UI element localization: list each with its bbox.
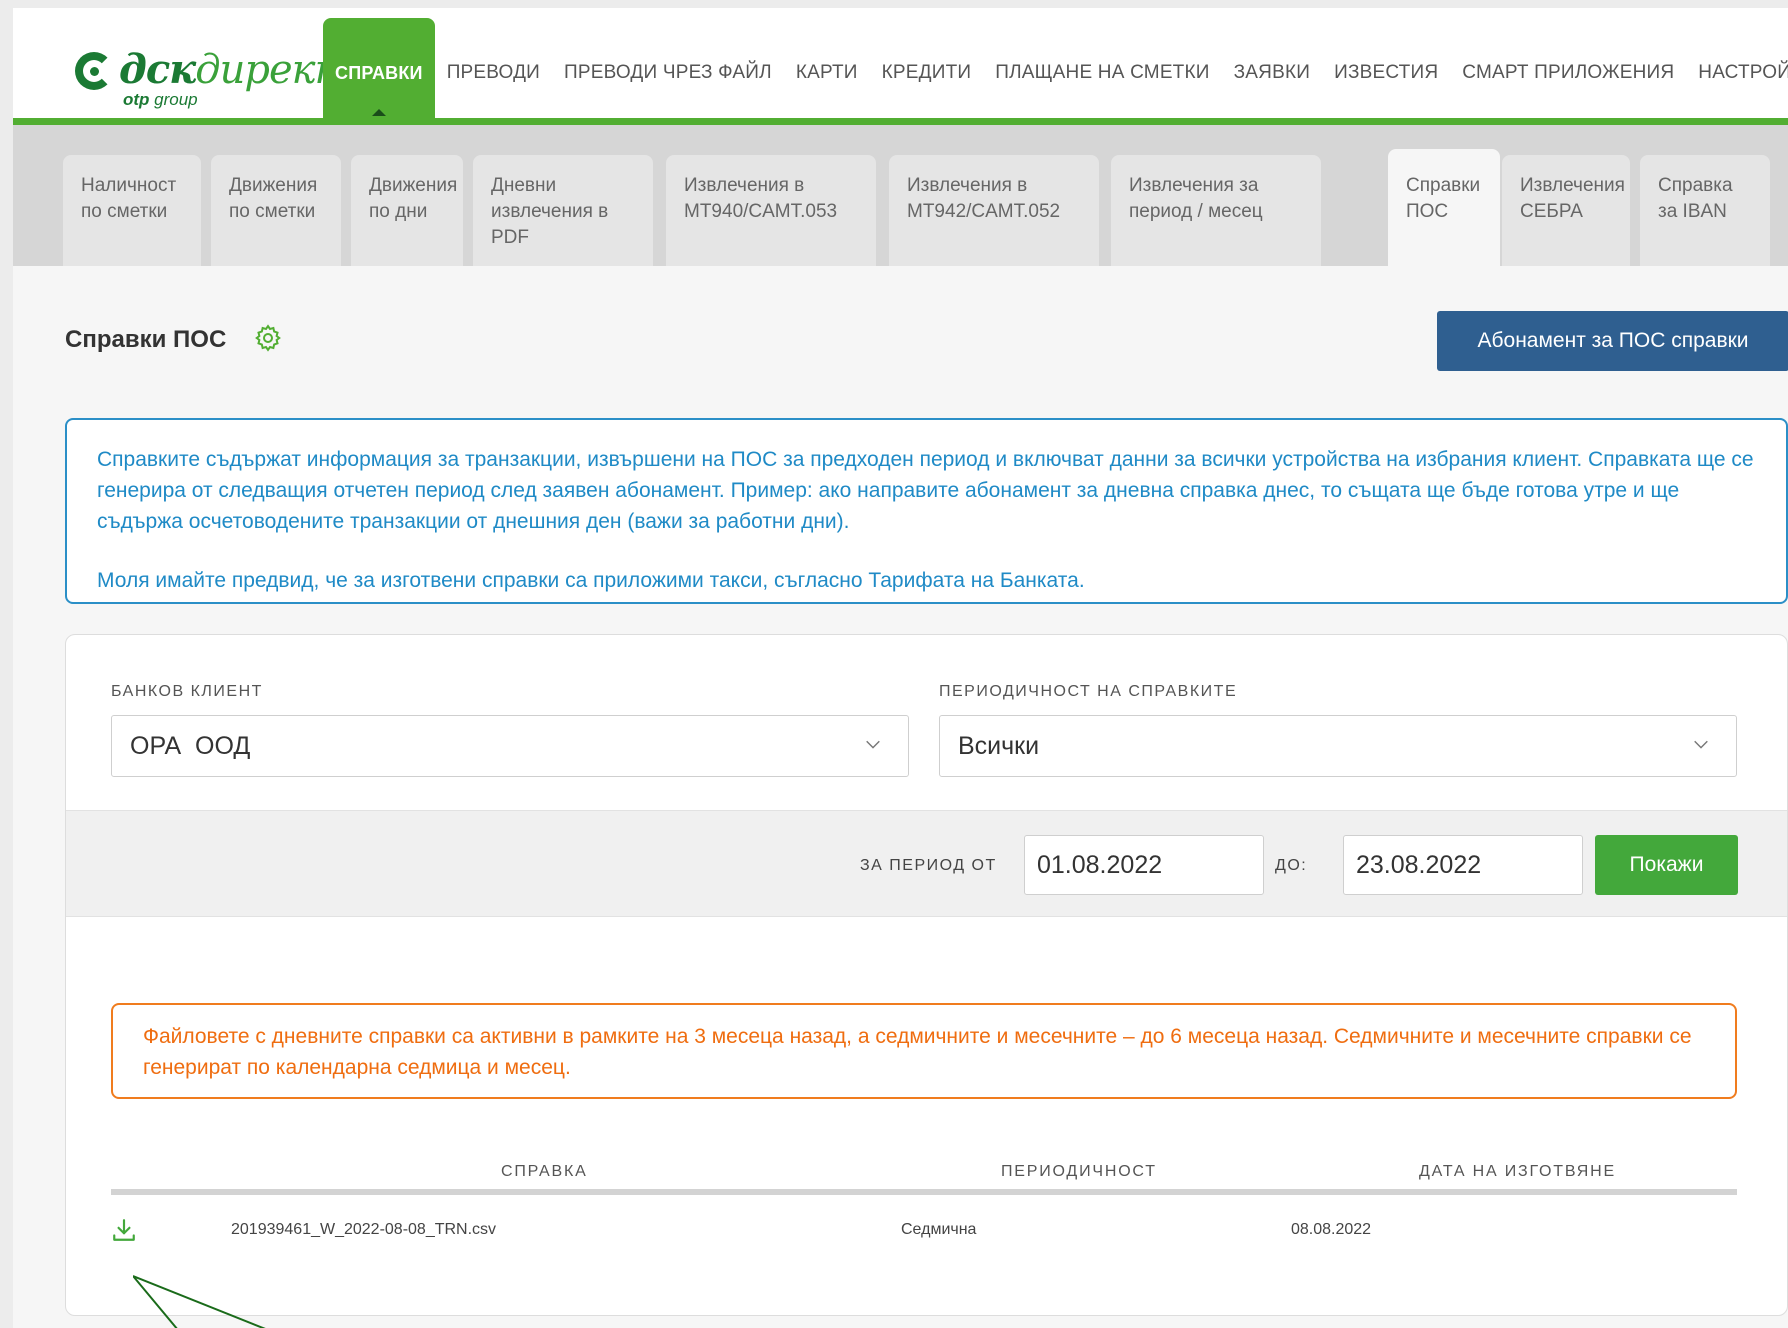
tab-label-line: Извлечения в — [907, 175, 1028, 196]
browser-viewport: дскдирект otp group СПРАВКИ ПРЕВОДИ ПРЕВ… — [13, 8, 1788, 1328]
tab-izvlecheniya-mt942[interactable]: Извлечения в MT942/CAMT.052 — [889, 155, 1099, 266]
info-notice: Справките съдържат информация за транзак… — [65, 418, 1788, 604]
period-filter-bar: ЗА ПЕРИОД ОТ 01.08.2022 ДО: 23.08.2022 П… — [66, 810, 1787, 917]
tab-label-line: ПОС — [1406, 201, 1449, 222]
page-title: Справки ПОС — [65, 326, 227, 353]
table-row: 201939461_W_2022-08-08_TRN.csv Седмична … — [111, 1195, 1737, 1267]
client-select-value: ОРА ООД — [130, 732, 251, 760]
logo-wordmark: дскдирект — [119, 46, 352, 93]
tab-label-line: Справка — [1658, 175, 1733, 196]
tab-label-line: за IBAN — [1658, 201, 1727, 222]
date-from-input[interactable]: 01.08.2022 — [1024, 835, 1264, 895]
chevron-down-icon — [1694, 740, 1708, 749]
period-to-label: ДО: — [1275, 857, 1308, 874]
tab-label-line: по дни — [369, 201, 428, 222]
tab-label-line: Наличност — [81, 175, 177, 196]
periodicity-select[interactable]: Всички — [939, 715, 1737, 777]
subscribe-pos-reports-button[interactable]: Абонамент за ПОС справки — [1437, 311, 1788, 371]
tab-izvlecheniya-za-period[interactable]: Извлечения за период / месец — [1111, 155, 1321, 266]
nav-item-prevodi[interactable]: ПРЕВОДИ — [435, 18, 552, 128]
tab-dvizheniya-po-smetki[interactable]: Движения по сметки — [211, 155, 341, 266]
client-label: БАНКОВ КЛИЕНТ — [111, 683, 263, 700]
tab-label-line: MT940/CAMT.053 — [684, 201, 838, 222]
nav-item-smart-prilozheniya[interactable]: СМАРТ ПРИЛОЖЕНИЯ — [1450, 18, 1686, 128]
nav-item-spravki[interactable]: СПРАВКИ — [323, 18, 435, 128]
tab-label-line: Справки — [1406, 175, 1481, 196]
tab-spravka-za-iban[interactable]: Справка за IBAN — [1640, 155, 1770, 266]
main-menu: СПРАВКИ ПРЕВОДИ ПРЕВОДИ ЧРЕЗ ФАЙЛ КАРТИ … — [323, 18, 1788, 128]
period-from-label: ЗА ПЕРИОД ОТ — [860, 857, 997, 874]
report-date: 08.08.2022 — [1291, 1221, 1372, 1238]
tab-label-line: Извлечения — [1520, 175, 1625, 196]
column-header-date: ДАТА НА ИЗГОТВЯНЕ — [1419, 1163, 1616, 1180]
top-navigation: дскдирект otp group СПРАВКИ ПРЕВОДИ ПРЕВ… — [13, 8, 1788, 128]
nav-item-nastroiki[interactable]: НАСТРОЙКИ — [1686, 18, 1788, 128]
logo-subtitle: otp group — [123, 90, 198, 109]
show-button[interactable]: Покажи — [1595, 835, 1738, 895]
retention-warning: Файловете с дневните справки са активни … — [111, 1003, 1737, 1099]
report-periodicity: Седмична — [901, 1221, 977, 1238]
client-select[interactable]: ОРА ООД — [111, 715, 909, 777]
tab-label-line: Извлечения за — [1129, 175, 1259, 196]
logo-mark-icon — [75, 52, 113, 90]
tab-dvizheniya-po-dni[interactable]: Движения по дни — [351, 155, 463, 266]
reports-card: БАНКОВ КЛИЕНТ ОРА ООД ПЕРИОДИЧНОСТ НА СП… — [65, 634, 1788, 1316]
nav-item-prevodi-chrez-fail[interactable]: ПРЕВОДИ ЧРЕЗ ФАЙЛ — [552, 18, 784, 128]
nav-item-zayavki[interactable]: ЗАЯВКИ — [1222, 18, 1322, 128]
sub-tabs-bar: Наличност по сметки Движения по сметки Д… — [13, 125, 1788, 266]
tab-label-line: Движения — [229, 175, 318, 196]
tab-label-line: по сметки — [81, 201, 168, 222]
dsk-direct-logo[interactable]: дскдирект otp group — [75, 46, 352, 116]
tab-label-line: MT942/CAMT.052 — [907, 201, 1061, 222]
nav-item-karti[interactable]: КАРТИ — [784, 18, 870, 128]
nav-item-izvestiya[interactable]: ИЗВЕСТИЯ — [1322, 18, 1450, 128]
periodicity-select-value: Всички — [958, 732, 1040, 760]
report-filename: 201939461_W_2022-08-08_TRN.csv — [231, 1221, 497, 1238]
tab-label-line: по сметки — [229, 201, 316, 222]
annotation-arrow — [133, 1275, 266, 1328]
tab-label-line: Дневни — [491, 175, 557, 196]
download-icon[interactable] — [111, 1217, 137, 1243]
tab-dnevni-izvlecheniya-pdf[interactable]: Дневни извлечения в PDF — [473, 155, 653, 266]
tab-label-line: Извлечения в — [684, 175, 805, 196]
tab-label-line: Движения — [369, 175, 458, 196]
tab-label-line: период / месец — [1129, 201, 1263, 222]
tab-izvlecheniya-sebra[interactable]: Извлечения СЕБРА — [1502, 155, 1630, 266]
info-paragraph: Справките съдържат информация за транзак… — [97, 448, 1754, 533]
column-header-report: СПРАВКА — [501, 1163, 588, 1180]
info-fees-paragraph: Моля имайте предвид, че за изготвени спр… — [97, 569, 1085, 592]
tab-izvlecheniya-mt940[interactable]: Извлечения в MT940/CAMT.053 — [666, 155, 876, 266]
nav-item-plashtane-na-smetki[interactable]: ПЛАЩАНЕ НА СМЕТКИ — [983, 18, 1221, 128]
gear-icon[interactable] — [253, 323, 283, 353]
column-header-periodicity: ПЕРИОДИЧНОСТ — [1001, 1163, 1157, 1180]
tab-label-line: извлечения в — [491, 201, 609, 222]
periodicity-label: ПЕРИОДИЧНОСТ НА СПРАВКИТЕ — [939, 683, 1238, 700]
tab-spravki-pos[interactable]: Справки ПОС — [1388, 149, 1500, 266]
date-to-input[interactable]: 23.08.2022 — [1343, 835, 1583, 895]
reports-table: СПРАВКА ПЕРИОДИЧНОСТ ДАТА НА ИЗГОТВЯНЕ 2… — [111, 1155, 1737, 1267]
tab-label-line: СЕБРА — [1520, 201, 1583, 222]
nav-item-krediti[interactable]: КРЕДИТИ — [870, 18, 984, 128]
tab-label-line: PDF — [491, 227, 529, 248]
tab-nalichnost-po-smetki[interactable]: Наличност по сметки — [63, 155, 201, 266]
table-header: СПРАВКА ПЕРИОДИЧНОСТ ДАТА НА ИЗГОТВЯНЕ — [111, 1155, 1737, 1195]
chevron-down-icon — [866, 740, 880, 749]
